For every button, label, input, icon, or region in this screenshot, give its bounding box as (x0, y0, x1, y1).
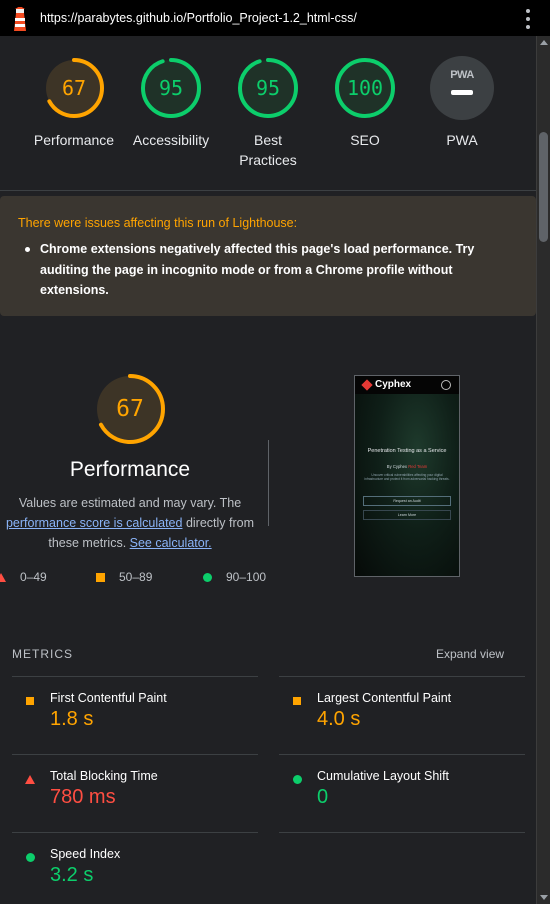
thumbnail-paragraph: Uncover critical vulnerabilities affecti… (364, 473, 450, 482)
thumbnail-background (355, 394, 459, 576)
byline-prefix: By Cyphex (386, 464, 409, 469)
see-calculator-link[interactable]: See calculator. (130, 536, 212, 550)
section-divider (0, 190, 536, 191)
score-value: 67 (61, 76, 87, 100)
legend-range: 90–100 (226, 570, 267, 584)
metric-divider (12, 676, 258, 677)
average-square-icon (12, 697, 34, 705)
metric-cumulative-layout-shift: Cumulative Layout Shift 0 (279, 769, 519, 839)
pass-circle-icon (12, 853, 35, 862)
cyphex-logo-icon (361, 379, 373, 391)
pwa-badge-icon: PWA (430, 56, 494, 120)
legend-fail: 0–49 (0, 570, 47, 584)
url-bar: https://parabytes.github.io/Portfolio_Pr… (0, 0, 550, 36)
kebab-menu-icon[interactable] (522, 9, 534, 29)
metric-first-contentful-paint: First Contentful Paint 1.8 s (12, 691, 252, 761)
metric-divider (12, 754, 258, 755)
score-calculated-link[interactable]: performance score is calculated (6, 516, 182, 530)
thumbnail-button-learn: Learn More (363, 510, 451, 520)
byline-red: Red Team (408, 464, 428, 469)
legend-range: 0–49 (20, 570, 47, 584)
performance-description: Values are estimated and may vary. The p… (0, 493, 270, 553)
thumbnail-button-audit: Request an Audit (363, 496, 451, 506)
scroll-up-arrow-icon[interactable] (537, 38, 550, 48)
expand-view-toggle[interactable]: Expand view (436, 647, 504, 661)
legend-average: 50–89 (96, 570, 152, 584)
score-pwa[interactable]: PWA PWA (414, 56, 510, 150)
average-square-icon (96, 572, 105, 582)
score-label: PWA (446, 132, 478, 148)
fail-triangle-icon (12, 775, 35, 784)
metric-divider (279, 754, 525, 755)
thumbnail-menu-icon (441, 380, 451, 390)
pass-circle-icon (279, 775, 302, 784)
lighthouse-logo-icon (10, 6, 30, 31)
scrollbar[interactable] (536, 36, 550, 904)
score-label: Accessibility (132, 132, 210, 148)
metric-total-blocking-time: Total Blocking Time 780 ms (12, 769, 252, 839)
metric-name: Speed Index (50, 847, 121, 861)
metric-largest-contentful-paint: Largest Contentful Paint 4.0 s (279, 691, 519, 761)
vertical-divider (268, 440, 269, 526)
gauge-seo: 100 (333, 56, 397, 120)
metric-value: 0 (317, 786, 329, 808)
score-label: SEO (350, 132, 380, 148)
warning-item: Chrome extensions negatively affected th… (25, 239, 500, 301)
warning-list: Chrome extensions negatively affected th… (25, 239, 500, 301)
thumbnail-brand: Cyphex (375, 379, 412, 390)
metric-value: 3.2 s (50, 864, 94, 886)
performance-gauge: 67 (93, 372, 167, 446)
metric-name: Largest Contentful Paint (317, 691, 452, 705)
metric-value: 4.0 s (317, 708, 361, 730)
score-value: 95 (255, 76, 281, 100)
score-seo[interactable]: 100 SEO (317, 56, 413, 150)
metric-name: Total Blocking Time (50, 769, 158, 783)
performance-title: Performance (69, 458, 191, 481)
score-value: 95 (158, 76, 184, 100)
legend-range: 50–89 (119, 570, 153, 584)
fail-triangle-icon (0, 572, 6, 582)
page-url[interactable]: https://parabytes.github.io/Portfolio_Pr… (40, 11, 357, 25)
metric-value: 1.8 s (50, 708, 94, 730)
score-gauges: 67 Performance 95 Accessibility 95 Best … (0, 36, 536, 190)
gauge-performance: 67 (42, 56, 106, 120)
scrollbar-thumb[interactable] (539, 132, 548, 242)
metric-speed-index: Speed Index 3.2 s (12, 847, 252, 904)
legend-pass: 90–100 (203, 570, 266, 584)
score-label: Best Practices (239, 132, 297, 168)
score-best-practices[interactable]: 95 Best Practices (220, 56, 316, 170)
desc-text: Values are estimated and may vary. The (18, 496, 242, 510)
gauge-accessibility: 95 (139, 56, 203, 120)
score-label: Performance (33, 132, 115, 148)
warning-heading: There were issues affecting this run of … (18, 216, 298, 230)
metric-name: Cumulative Layout Shift (317, 769, 450, 783)
metric-divider (279, 676, 525, 677)
thumbnail-byline: By Cyphex Red Team (359, 464, 455, 469)
performance-score-value: 67 (116, 396, 144, 422)
pwa-dash (451, 90, 473, 95)
metric-divider (279, 832, 525, 833)
average-square-icon (279, 697, 301, 705)
score-value: 100 (346, 76, 384, 100)
scroll-down-arrow-icon[interactable] (537, 892, 550, 902)
metric-divider (12, 832, 258, 833)
run-warning-box: There were issues affecting this run of … (0, 196, 536, 316)
score-performance[interactable]: 67 Performance (26, 56, 122, 150)
score-accessibility[interactable]: 95 Accessibility (123, 56, 219, 150)
thumbnail-headline: Penetration Testing as a Service (367, 448, 447, 454)
pass-circle-icon (203, 572, 212, 582)
thumbnail-header: Cyphex (355, 376, 459, 394)
pwa-badge-text: PWA (450, 69, 474, 81)
gauge-best-practices: 95 (236, 56, 300, 120)
metric-name: First Contentful Paint (50, 691, 167, 705)
metrics-title: METRICS (12, 647, 73, 661)
final-screenshot-thumbnail[interactable]: Cyphex Penetration Testing as a Service … (354, 375, 460, 577)
metric-value: 780 ms (50, 786, 116, 808)
